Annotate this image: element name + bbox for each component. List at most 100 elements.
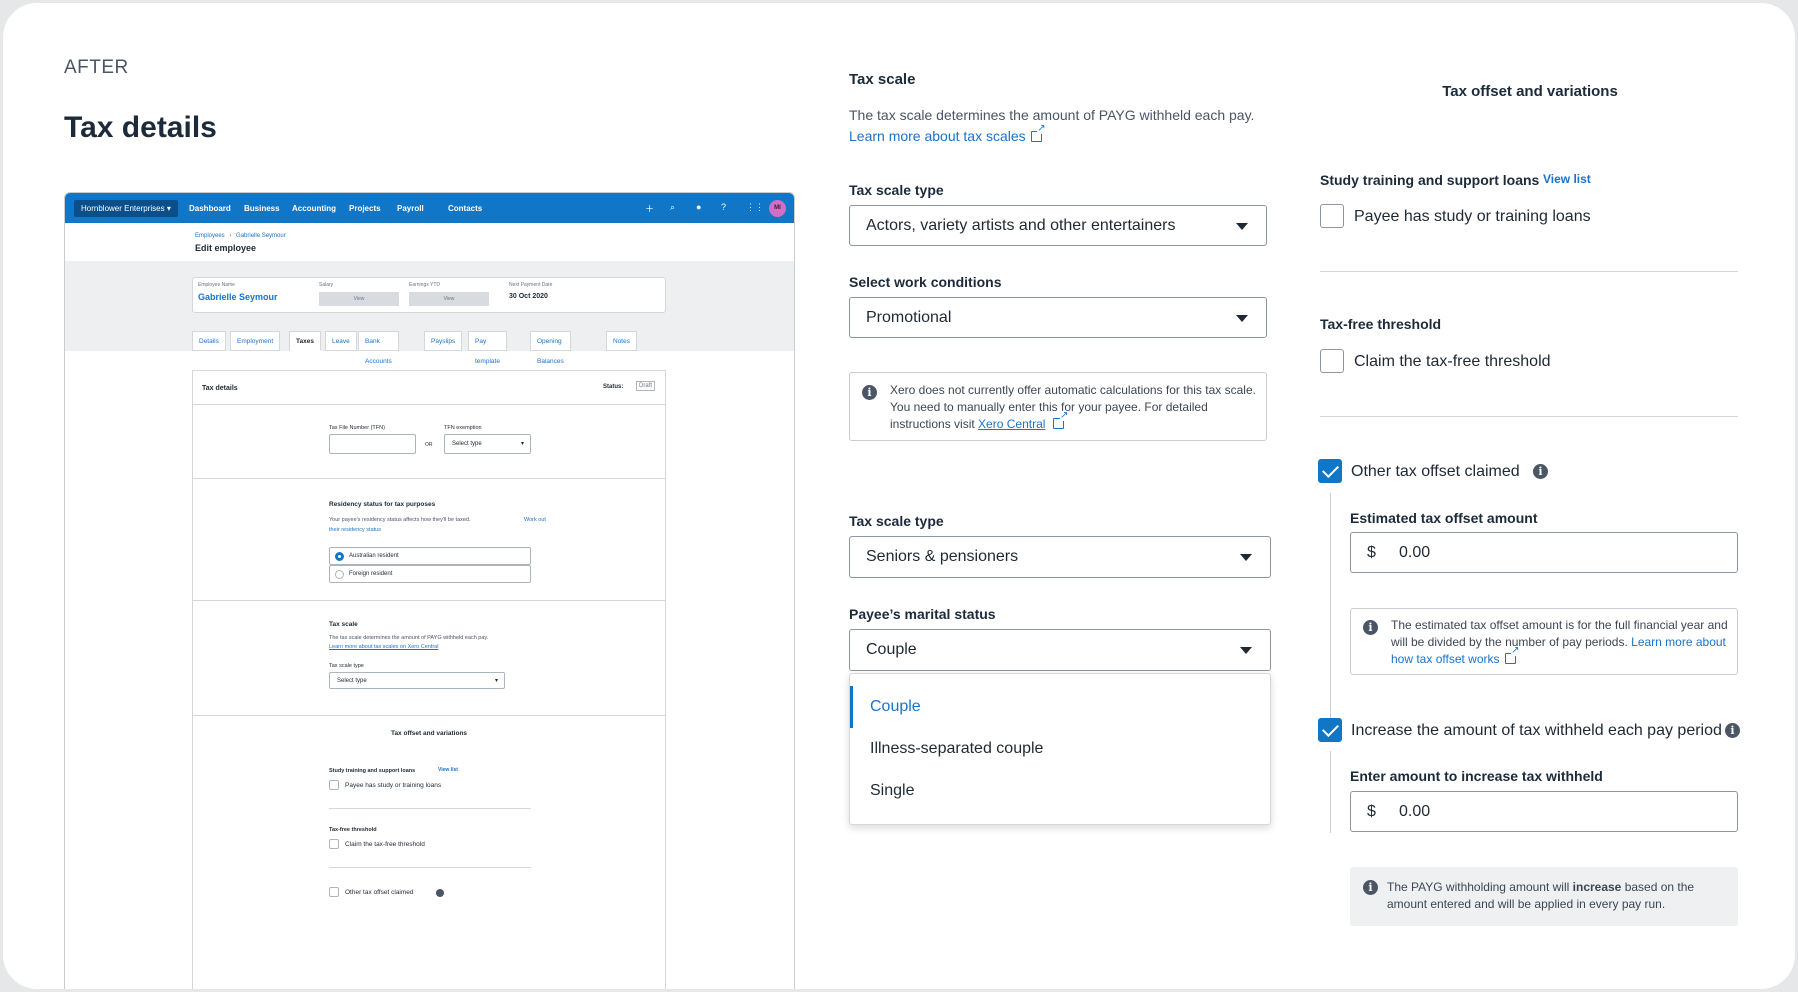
residency-link-2[interactable]: their residency status	[329, 527, 381, 533]
or-label: OR	[425, 442, 433, 448]
manual-calc-line-2: You need to manually enter this for your…	[890, 400, 1208, 414]
learn-more-link[interactable]: Learn more about	[1631, 635, 1726, 649]
divider	[1320, 271, 1738, 272]
nav-projects[interactable]: Projects	[349, 204, 381, 213]
option-couple[interactable]: Couple	[870, 698, 921, 716]
help-icon[interactable]: ?	[721, 202, 726, 212]
mini-tax-scale-section: Tax scale The tax scale determines the a…	[193, 600, 665, 715]
payg-info-line-2: amount entered and will be applied in ev…	[1387, 897, 1666, 911]
salary-label: Salary	[319, 282, 334, 288]
nav-payroll[interactable]: Payroll	[397, 204, 424, 213]
selected-indicator	[850, 686, 853, 728]
avatar[interactable]: MI	[769, 200, 786, 217]
nav-dashboard[interactable]: Dashboard	[189, 204, 231, 213]
employee-name-label: Employee Name	[198, 282, 235, 288]
mini-tax-scale-link[interactable]: Learn more about tax scales on Xero Cent…	[329, 644, 438, 650]
tab-leave[interactable]: Leave	[325, 331, 357, 351]
increase-withheld-checkbox-label: Increase the amount of tax withheld each…	[1351, 722, 1722, 739]
breadcrumb-employee[interactable]: Gabrielle Seymour	[236, 233, 286, 239]
marital-status-label: Payee’s marital status	[849, 606, 996, 622]
mini-other-offset-checkbox[interactable]	[329, 887, 339, 897]
tab-employment[interactable]: Employment	[230, 331, 281, 351]
option-illness-separated-couple[interactable]: Illness-separated couple	[870, 740, 1043, 758]
tax-free-threshold-checkbox[interactable]	[1320, 349, 1344, 373]
next-payment-date: 30 Oct 2020	[509, 293, 548, 300]
tab-notes[interactable]: Notes	[606, 331, 637, 351]
mini-tax-scale-type-select[interactable]: Select type ▾	[329, 672, 505, 689]
org-switcher[interactable]: Hornblower Enterprises ▾	[74, 200, 178, 217]
mini-study-label: Study training and support loans	[329, 768, 416, 774]
add-icon[interactable]: ＋	[645, 202, 654, 215]
info-icon	[436, 889, 444, 897]
radio-australian-resident[interactable]: Australian resident	[329, 547, 531, 565]
divider	[329, 867, 531, 868]
residency-section: Residency status for tax purposes Your p…	[193, 478, 665, 618]
nav-accounting[interactable]: Accounting	[292, 204, 336, 213]
mini-threshold-checkbox[interactable]	[329, 839, 339, 849]
other-offset-checkbox[interactable]	[1318, 459, 1342, 483]
tab-bank-accounts[interactable]: Bank Accounts	[358, 331, 399, 365]
tax-scale-type-label: Tax scale type	[849, 182, 944, 198]
status-label: Status:	[603, 384, 624, 390]
increase-amount-label: Enter amount to increase tax withheld	[1350, 768, 1603, 784]
chevron-down-icon	[1240, 647, 1252, 654]
employee-name[interactable]: Gabrielle Seymour	[198, 292, 278, 302]
tax-scale-learn-link[interactable]: Learn more about tax scales	[849, 124, 1046, 144]
info-icon[interactable]: i	[1725, 723, 1740, 738]
tfn-exemption-value: Select type	[452, 441, 482, 447]
mini-study-checkbox[interactable]	[329, 780, 339, 790]
view-list-link[interactable]: View list	[1543, 172, 1591, 186]
chevron-down-icon: ▾	[520, 441, 524, 447]
offset-info-line-3[interactable]: how tax offset works	[1391, 646, 1520, 668]
tab-pay-template[interactable]: Pay template	[468, 331, 507, 365]
tax-scale-type-value-2: Seniors & pensioners	[866, 548, 1019, 565]
offset-info-line-1: The estimated tax offset amount is for t…	[1391, 618, 1728, 632]
increase-withheld-checkbox[interactable]	[1318, 718, 1342, 742]
increase-amount-input[interactable]: $ 0.00	[1350, 791, 1738, 832]
estimated-offset-label: Estimated tax offset amount	[1350, 510, 1538, 526]
external-link-icon	[1504, 646, 1520, 664]
tfn-exemption-select[interactable]: Select type ▾	[444, 434, 531, 454]
payg-info: i The PAYG withholding amount will incre…	[1350, 867, 1738, 926]
bell-icon[interactable]: ●	[696, 202, 701, 212]
tax-free-threshold-checkbox-label: Claim the tax-free threshold	[1354, 353, 1551, 370]
study-loans-checkbox[interactable]	[1320, 204, 1344, 228]
work-conditions-value: Promotional	[866, 308, 952, 326]
divider	[329, 808, 531, 809]
chevron-down-icon	[1236, 222, 1248, 230]
work-conditions-select[interactable]: Promotional	[849, 297, 1267, 338]
chevron-down-icon	[1236, 314, 1248, 322]
nav-business[interactable]: Business	[244, 204, 280, 213]
breadcrumb-employees[interactable]: Employees	[195, 233, 225, 239]
search-icon[interactable]: ⌕	[670, 202, 675, 213]
breadcrumb-separator: ›	[229, 233, 232, 239]
ytd-view-button[interactable]: View	[409, 292, 489, 306]
option-single[interactable]: Single	[870, 782, 914, 800]
tab-payslips[interactable]: Payslips	[424, 331, 463, 351]
xero-central-link[interactable]: Xero Central	[978, 417, 1045, 431]
radio-foreign-resident[interactable]: Foreign resident	[329, 565, 531, 583]
tab-taxes[interactable]: Taxes	[289, 331, 321, 351]
tfn-exemption-label: TFN exemption	[444, 425, 482, 431]
apps-grid-icon[interactable]: ⋮⋮	[746, 202, 764, 213]
nav-contacts[interactable]: Contacts	[448, 204, 482, 213]
org-name: Hornblower Enterprises	[81, 204, 165, 213]
mini-view-list-link[interactable]: View list	[438, 767, 458, 773]
tab-opening-balances[interactable]: Opening Balances	[530, 331, 571, 365]
payg-info-prefix: The PAYG withholding amount will	[1387, 880, 1570, 894]
tax-scale-type-select[interactable]: Actors, variety artists and other entert…	[849, 205, 1267, 246]
salary-view-button[interactable]: View	[319, 292, 399, 306]
indent-line	[1330, 493, 1331, 718]
page-title: Tax details	[64, 111, 217, 144]
tfn-input[interactable]	[329, 434, 416, 454]
marital-status-select[interactable]: Couple	[849, 629, 1271, 671]
residency-link[interactable]: Work out	[524, 517, 546, 523]
manual-calc-info: i Xero does not currently offer automati…	[849, 372, 1267, 441]
tax-scale-type-select-2[interactable]: Seniors & pensioners	[849, 536, 1271, 578]
tax-details-form: Tax details Status: Draft Tax File Numbe…	[192, 370, 666, 989]
estimated-offset-input[interactable]: $ 0.00	[1350, 532, 1738, 573]
status-badge: Draft	[636, 381, 656, 391]
info-icon[interactable]: i	[1533, 464, 1548, 479]
tab-details[interactable]: Details	[192, 331, 226, 351]
radio-unselected-icon	[335, 570, 344, 579]
